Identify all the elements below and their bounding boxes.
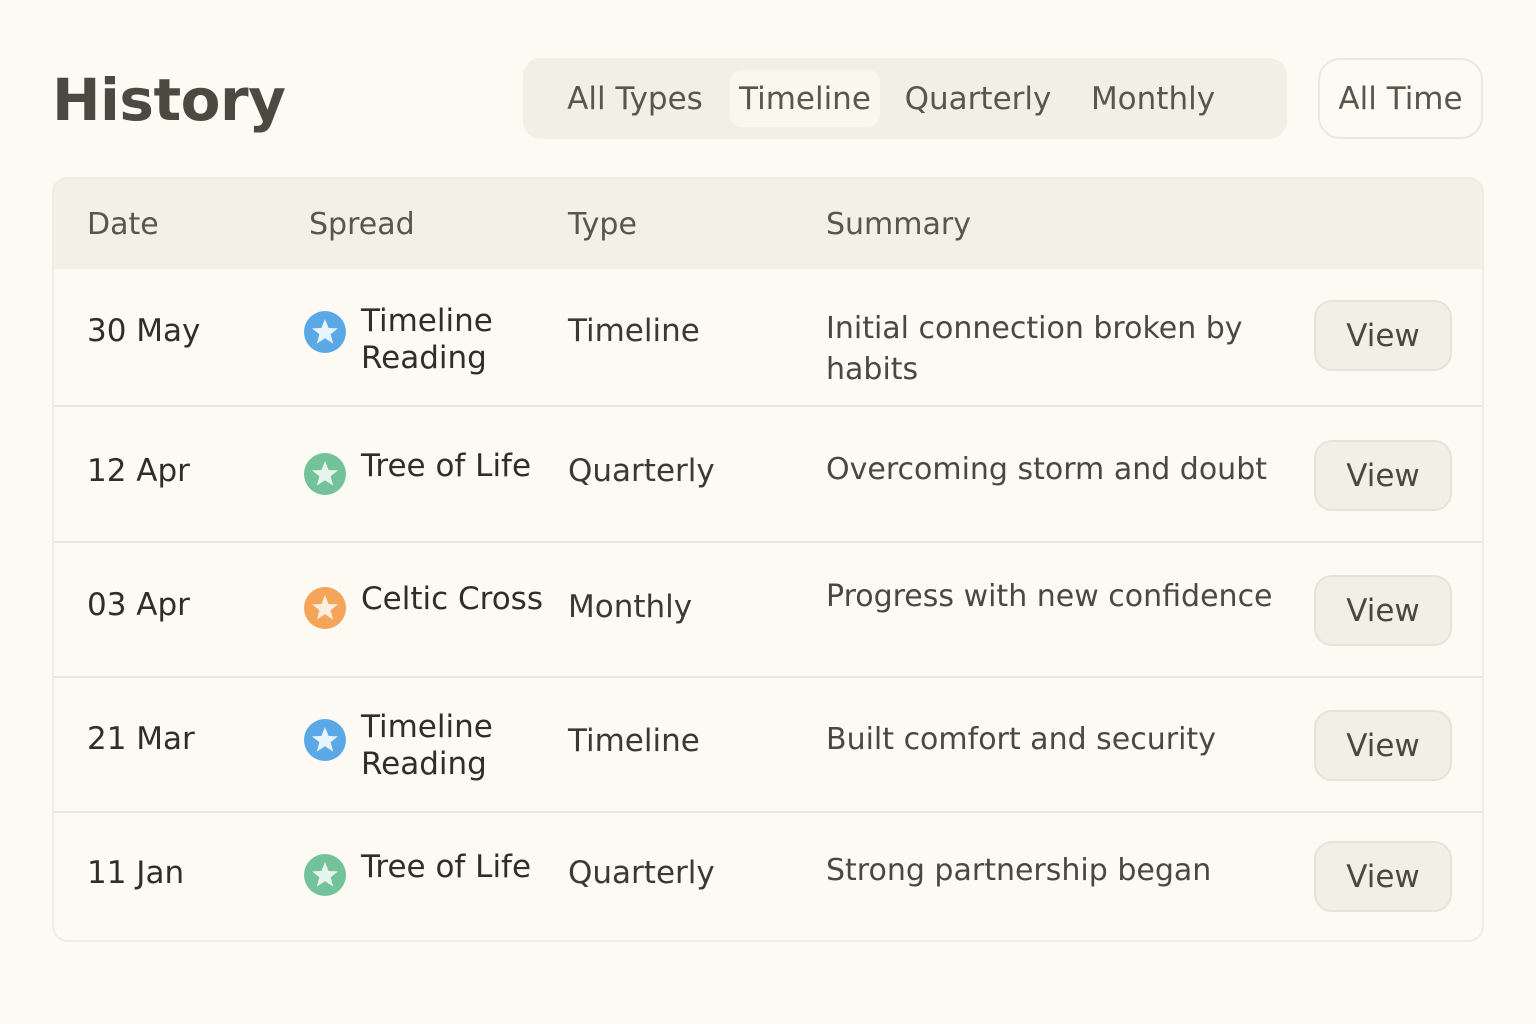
view-button[interactable]: View xyxy=(1314,440,1452,511)
tab-quarterly[interactable]: Quarterly xyxy=(893,70,1063,127)
row-summary: Progress with new confidence xyxy=(826,579,1273,614)
spread-name-line1: Celtic Cross xyxy=(361,581,543,617)
view-button[interactable]: View xyxy=(1314,841,1452,912)
table-row: 30 May Timeline Reading Timeline Initial… xyxy=(54,269,1482,405)
row-type: Quarterly xyxy=(568,453,715,489)
column-header-type: Type xyxy=(568,207,637,242)
row-date: 11 Jan xyxy=(87,855,185,891)
row-type: Quarterly xyxy=(568,855,715,891)
history-table: Date Spread Type Summary 30 May Timeline… xyxy=(52,177,1484,942)
row-summary: Built comfort and security xyxy=(826,722,1216,757)
row-summary: Initial connection broken by habits xyxy=(826,311,1243,387)
tab-all-types[interactable]: All Types xyxy=(537,70,733,127)
tab-monthly[interactable]: Monthly xyxy=(1078,70,1228,127)
column-header-summary: Summary xyxy=(826,207,971,242)
row-type: Timeline xyxy=(568,723,700,759)
row-date: 21 Mar xyxy=(87,721,195,757)
column-header-spread: Spread xyxy=(309,207,415,242)
page-title: History xyxy=(52,66,286,134)
column-header-date: Date xyxy=(87,207,159,242)
green-star-icon xyxy=(304,854,346,896)
spread-name-line1: Timeline xyxy=(361,303,493,339)
orange-star-icon xyxy=(304,587,346,629)
row-type: Monthly xyxy=(568,589,693,625)
blue-star-icon xyxy=(304,311,346,353)
blue-star-icon xyxy=(304,719,346,761)
history-page: History All Types Timeline Quarterly Mon… xyxy=(0,0,1536,1024)
view-button[interactable]: View xyxy=(1314,300,1452,371)
row-date: 03 Apr xyxy=(87,587,190,623)
type-filter-tabs: All Types Timeline Quarterly Monthly xyxy=(523,58,1287,139)
view-button[interactable]: View xyxy=(1314,575,1452,646)
table-row: 21 Mar Timeline Reading Timeline Built c… xyxy=(54,676,1482,811)
table-header: Date Spread Type Summary xyxy=(54,179,1482,269)
row-date: 12 Apr xyxy=(87,453,190,489)
row-spread: Timeline Reading xyxy=(361,709,561,783)
spread-name-line1: Tree of Life xyxy=(361,849,532,885)
green-star-icon xyxy=(304,453,346,495)
row-spread: Tree of Life xyxy=(361,849,561,886)
spread-name-line1: Timeline xyxy=(361,709,493,745)
table-row: 11 Jan Tree of Life Quarterly Strong par… xyxy=(54,811,1482,940)
table-row: 03 Apr Celtic Cross Monthly Progress wit… xyxy=(54,541,1482,676)
row-spread: Tree of Life xyxy=(361,448,561,485)
row-summary: Strong partnership began xyxy=(826,853,1212,888)
spread-name-line2: Reading xyxy=(361,746,487,782)
spread-name-line1: Tree of Life xyxy=(361,448,532,484)
row-summary: Overcoming storm and doubt xyxy=(826,452,1268,487)
row-date: 30 May xyxy=(87,313,201,349)
time-range-button[interactable]: All Time xyxy=(1318,58,1483,139)
row-spread: Celtic Cross xyxy=(361,581,561,618)
row-spread: Timeline Reading xyxy=(361,303,561,377)
row-type: Timeline xyxy=(568,313,700,349)
tab-timeline[interactable]: Timeline xyxy=(730,70,880,127)
view-button[interactable]: View xyxy=(1314,710,1452,781)
table-row: 12 Apr Tree of Life Quarterly Overcoming… xyxy=(54,405,1482,541)
spread-name-line2: Reading xyxy=(361,340,487,376)
